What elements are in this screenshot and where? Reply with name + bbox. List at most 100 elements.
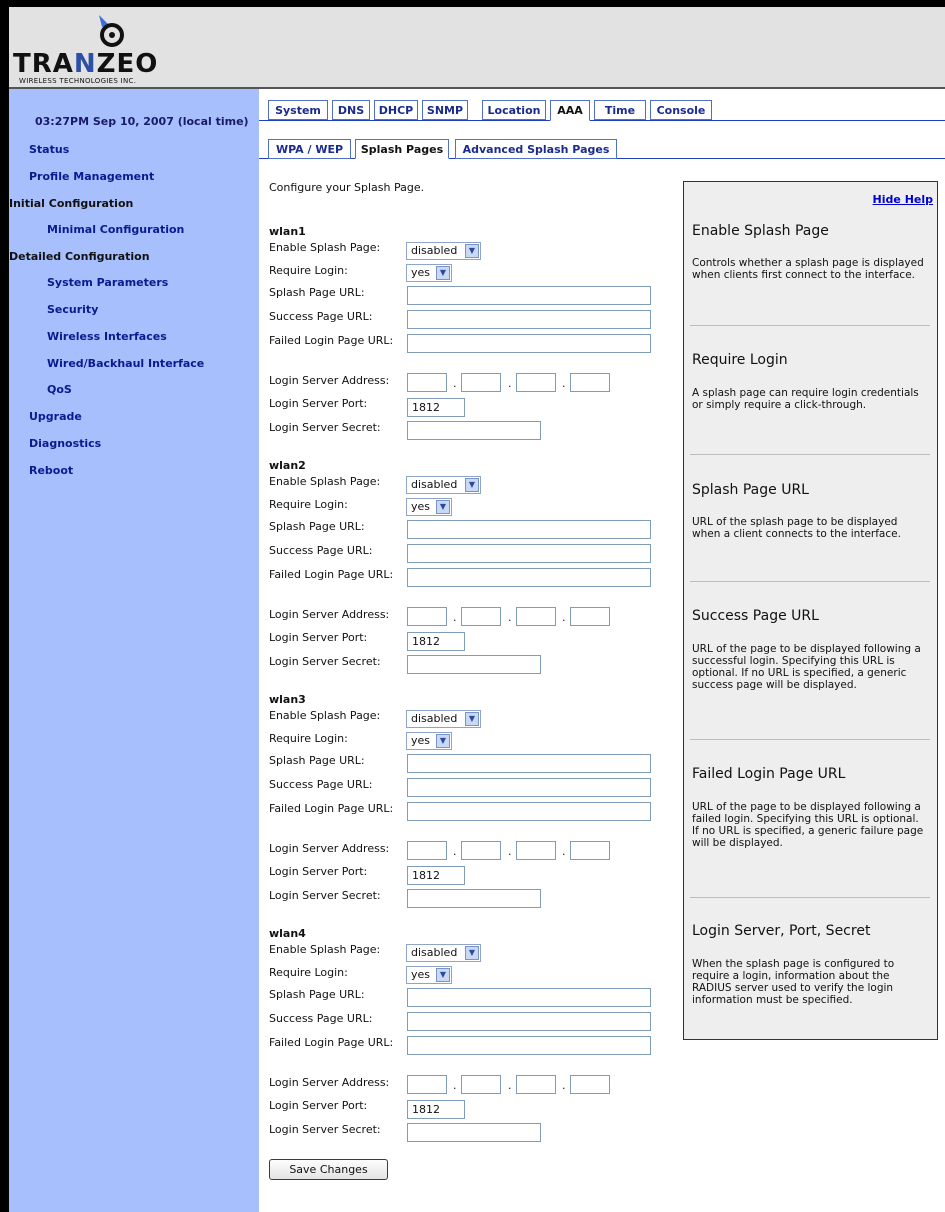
sidebar-item-reboot[interactable]: Reboot bbox=[29, 464, 73, 477]
sidebar-item-system-parameters[interactable]: System Parameters bbox=[47, 276, 168, 289]
ip-dot: . bbox=[562, 377, 566, 390]
sidebar-item-wired-backhaul-interface[interactable]: Wired/Backhaul Interface bbox=[47, 357, 204, 370]
enable-splash-select[interactable]: disabled ▼ bbox=[406, 944, 481, 962]
sidebar-item-diagnostics[interactable]: Diagnostics bbox=[29, 437, 101, 450]
server-secret-input[interactable] bbox=[407, 655, 541, 674]
sidebar-item-wireless-interfaces[interactable]: Wireless Interfaces bbox=[47, 330, 167, 343]
tab-system[interactable]: System bbox=[268, 100, 328, 120]
server-ip-octet-1[interactable] bbox=[407, 373, 447, 392]
sidebar-item-profile-management[interactable]: Profile Management bbox=[29, 170, 154, 183]
server-ip-octet-3[interactable] bbox=[516, 607, 556, 626]
server-ip-octet-4[interactable] bbox=[570, 841, 610, 860]
ip-dot: . bbox=[453, 377, 457, 390]
tab-splash-pages[interactable]: Splash Pages bbox=[355, 139, 449, 159]
help-body: A splash page can require login credenti… bbox=[692, 387, 919, 411]
server-ip-octet-1[interactable] bbox=[407, 1075, 447, 1094]
tab-time[interactable]: Time bbox=[594, 100, 646, 120]
enable-splash-select[interactable]: disabled ▼ bbox=[406, 476, 481, 494]
server-ip-octet-4[interactable] bbox=[570, 373, 610, 392]
success-url-input[interactable] bbox=[407, 778, 651, 797]
success-url-label: Success Page URL: bbox=[269, 310, 373, 323]
tab-snmp[interactable]: SNMP bbox=[422, 100, 468, 120]
splash-url-input[interactable] bbox=[407, 520, 651, 539]
chevron-down-icon: ▼ bbox=[465, 712, 479, 726]
enable-splash-label: Enable Splash Page: bbox=[269, 241, 381, 254]
server-port-input[interactable]: 1812 bbox=[407, 866, 465, 885]
help-divider bbox=[690, 454, 930, 455]
tab-aaa[interactable]: AAA bbox=[550, 100, 590, 121]
server-port-input[interactable]: 1812 bbox=[407, 398, 465, 417]
help-divider bbox=[690, 581, 930, 582]
server-ip-octet-3[interactable] bbox=[516, 841, 556, 860]
enable-splash-select[interactable]: disabled ▼ bbox=[406, 710, 481, 728]
server-port-input[interactable]: 1812 bbox=[407, 632, 465, 651]
tab-console[interactable]: Console bbox=[650, 100, 712, 120]
server-ip-octet-2[interactable] bbox=[461, 373, 501, 392]
help-divider bbox=[690, 897, 930, 898]
server-secret-input[interactable] bbox=[407, 889, 541, 908]
server-port-label: Login Server Port: bbox=[269, 397, 368, 410]
server-port-input[interactable]: 1812 bbox=[407, 1100, 465, 1119]
server-port-label: Login Server Port: bbox=[269, 1099, 368, 1112]
enable-splash-select[interactable]: disabled ▼ bbox=[406, 242, 481, 260]
tab-advanced-splash-pages[interactable]: Advanced Splash Pages bbox=[455, 139, 617, 159]
server-secret-label: Login Server Secret: bbox=[269, 655, 381, 668]
failed-url-input[interactable] bbox=[407, 802, 651, 821]
server-ip-octet-3[interactable] bbox=[516, 1075, 556, 1094]
require-login-label: Require Login: bbox=[269, 966, 348, 979]
splash-url-input[interactable] bbox=[407, 754, 651, 773]
tab-location[interactable]: Location bbox=[482, 100, 546, 120]
require-login-select[interactable]: yes ▼ bbox=[406, 498, 452, 516]
server-ip-octet-2[interactable] bbox=[461, 607, 501, 626]
sidebar-item-upgrade[interactable]: Upgrade bbox=[29, 410, 82, 423]
server-address-label: Login Server Address: bbox=[269, 1076, 390, 1089]
success-url-input[interactable] bbox=[407, 544, 651, 563]
server-ip-octet-4[interactable] bbox=[570, 1075, 610, 1094]
require-login-select[interactable]: yes ▼ bbox=[406, 732, 452, 750]
sidebar-item-security[interactable]: Security bbox=[47, 303, 98, 316]
require-login-select[interactable]: yes ▼ bbox=[406, 264, 452, 282]
tab-dhcp[interactable]: DHCP bbox=[374, 100, 418, 120]
server-ip-octet-2[interactable] bbox=[461, 1075, 501, 1094]
save-changes-button[interactable]: Save Changes bbox=[269, 1159, 388, 1180]
failed-url-label: Failed Login Page URL: bbox=[269, 568, 394, 581]
tab-wpa-wep[interactable]: WPA / WEP bbox=[268, 139, 351, 159]
sidebar-item-status[interactable]: Status bbox=[29, 143, 69, 156]
splash-url-label: Splash Page URL: bbox=[269, 988, 365, 1001]
server-ip-octet-1[interactable] bbox=[407, 607, 447, 626]
chevron-down-icon: ▼ bbox=[436, 734, 450, 748]
success-url-input[interactable] bbox=[407, 1012, 651, 1031]
chevron-down-icon: ▼ bbox=[465, 244, 479, 258]
failed-url-input[interactable] bbox=[407, 334, 651, 353]
require-login-select[interactable]: yes ▼ bbox=[406, 966, 452, 984]
server-ip-octet-3[interactable] bbox=[516, 373, 556, 392]
server-secret-label: Login Server Secret: bbox=[269, 889, 381, 902]
server-secret-input[interactable] bbox=[407, 421, 541, 440]
sidebar-heading-initial-configuration: Initial Configuration bbox=[9, 197, 134, 210]
failed-url-input[interactable] bbox=[407, 1036, 651, 1055]
require-login-label: Require Login: bbox=[269, 498, 348, 511]
hide-help-link[interactable]: Hide Help bbox=[873, 193, 933, 206]
server-ip-octet-2[interactable] bbox=[461, 841, 501, 860]
server-ip-octet-1[interactable] bbox=[407, 841, 447, 860]
chevron-down-icon: ▼ bbox=[436, 968, 450, 982]
chevron-down-icon: ▼ bbox=[465, 946, 479, 960]
server-secret-input[interactable] bbox=[407, 1123, 541, 1142]
antenna-logo-icon bbox=[99, 15, 124, 47]
enable-splash-label: Enable Splash Page: bbox=[269, 475, 381, 488]
enable-splash-label: Enable Splash Page: bbox=[269, 943, 381, 956]
splash-url-input[interactable] bbox=[407, 286, 651, 305]
failed-url-input[interactable] bbox=[407, 568, 651, 587]
help-body: URL of the splash page to be displayed w… bbox=[692, 516, 901, 540]
tab-dns[interactable]: DNS bbox=[332, 100, 370, 120]
sidebar-item-minimal-configuration[interactable]: Minimal Configuration bbox=[47, 223, 184, 236]
interface-name: wlan2 bbox=[269, 459, 306, 472]
splash-url-input[interactable] bbox=[407, 988, 651, 1007]
help-title: Failed Login Page URL bbox=[692, 766, 846, 782]
sidebar-item-qos[interactable]: QoS bbox=[47, 383, 72, 396]
server-ip-octet-4[interactable] bbox=[570, 607, 610, 626]
ip-dot: . bbox=[562, 845, 566, 858]
failed-url-label: Failed Login Page URL: bbox=[269, 1036, 394, 1049]
main-content: System DNS DHCP SNMP Location AAA Time C… bbox=[259, 89, 945, 1212]
success-url-input[interactable] bbox=[407, 310, 651, 329]
